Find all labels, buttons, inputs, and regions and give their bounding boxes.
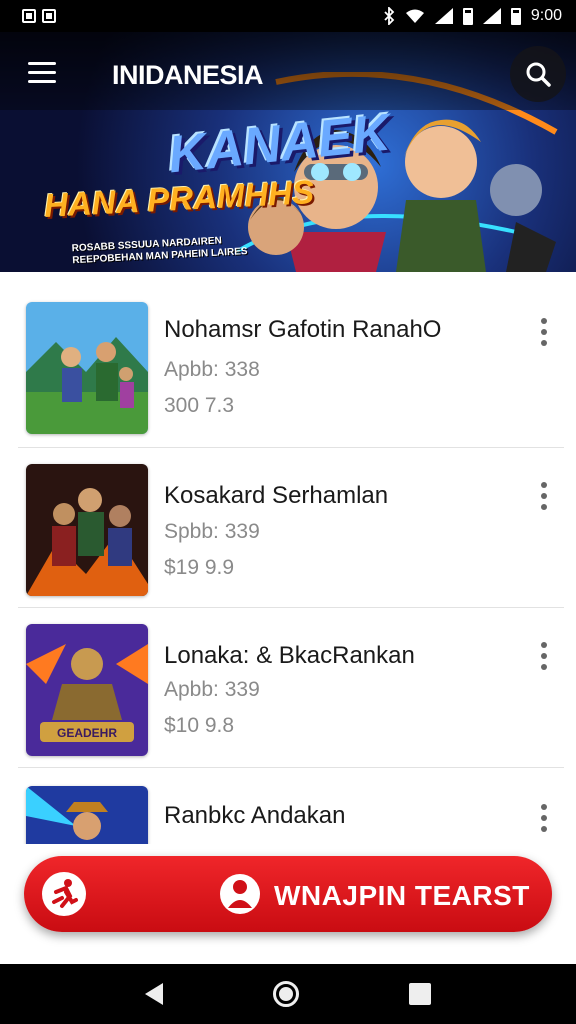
more-vert-icon (541, 318, 547, 324)
home-icon[interactable] (273, 981, 299, 1007)
game-title: Lonaka: & BkacRankan (164, 642, 415, 669)
status-indicators: 9:00 (383, 7, 562, 25)
app-bar (0, 32, 576, 110)
game-meta: Apbb: 338 (164, 358, 260, 381)
recent-apps-icon[interactable] (409, 983, 431, 1005)
primary-action-label: WNAJPIN TEARST (274, 880, 530, 911)
game-list[interactable]: Nohamsr Gafotin RanahO Apbb: 338 300 7.3… (0, 272, 576, 844)
game-meta: 300 7.3 (164, 394, 235, 417)
more-options-button[interactable] (534, 482, 554, 516)
game-thumbnail[interactable] (26, 464, 148, 596)
more-options-button[interactable] (534, 804, 554, 838)
runner-icon (42, 872, 86, 916)
game-title: Ranbkc Andakan (164, 802, 346, 829)
game-thumbnail[interactable]: GEADEHR (26, 624, 148, 756)
search-button[interactable] (510, 46, 566, 102)
badge-icon (218, 872, 262, 916)
back-icon[interactable] (145, 983, 163, 1005)
battery-icon (510, 7, 521, 25)
status-bar: 9:00 (0, 0, 576, 32)
more-vert-icon (541, 482, 547, 488)
notification-icon (22, 9, 36, 23)
game-meta: Spbb: 339 (164, 520, 260, 543)
primary-action-button[interactable]: WNAJPIN TEARST (24, 856, 552, 932)
game-thumbnail[interactable] (26, 786, 148, 844)
list-item[interactable]: Kosakard Serhamlan Spbb: 339 $19 9.9 (18, 448, 564, 608)
game-title: Nohamsr Gafotin RanahO (164, 316, 442, 343)
app-title: INIDANESIA (112, 60, 264, 90)
game-meta: $10 9.8 (164, 714, 235, 737)
status-time: 9:00 (530, 7, 562, 24)
notification-icons (22, 9, 56, 23)
hero-banner[interactable]: INIDANESIA KANAEK HANA PRAMHHS ROSABB SS… (0, 32, 576, 272)
more-vert-icon (541, 804, 547, 810)
action-button-container: WNAJPIN TEARST (24, 856, 552, 932)
signal-icon (482, 8, 501, 24)
game-meta: $19 9.9 (164, 556, 235, 579)
list-item[interactable]: GEADEHR Lonaka: & BkacRankan Apbb: 339 $… (18, 608, 564, 768)
system-nav-bar (0, 964, 576, 1024)
search-icon (526, 62, 551, 87)
menu-icon (28, 62, 56, 65)
game-title: Kosakard Serhamlan (164, 482, 389, 509)
list-item[interactable]: Ranbkc Andakan (18, 770, 564, 844)
list-item[interactable]: Nohamsr Gafotin RanahO Apbb: 338 300 7.3 (18, 288, 564, 448)
menu-button[interactable] (28, 62, 56, 84)
game-thumbnail[interactable] (26, 302, 148, 434)
battery-icon (462, 7, 473, 25)
more-vert-icon (541, 642, 547, 648)
game-meta: Apbb: 339 (164, 678, 260, 701)
thumbnail-label: GEADEHR (57, 726, 117, 740)
more-options-button[interactable] (534, 318, 554, 352)
wifi-icon (405, 9, 424, 23)
more-options-button[interactable] (534, 642, 554, 676)
bluetooth-icon (384, 7, 395, 25)
notification-icon (42, 9, 56, 23)
signal-icon (434, 8, 453, 24)
